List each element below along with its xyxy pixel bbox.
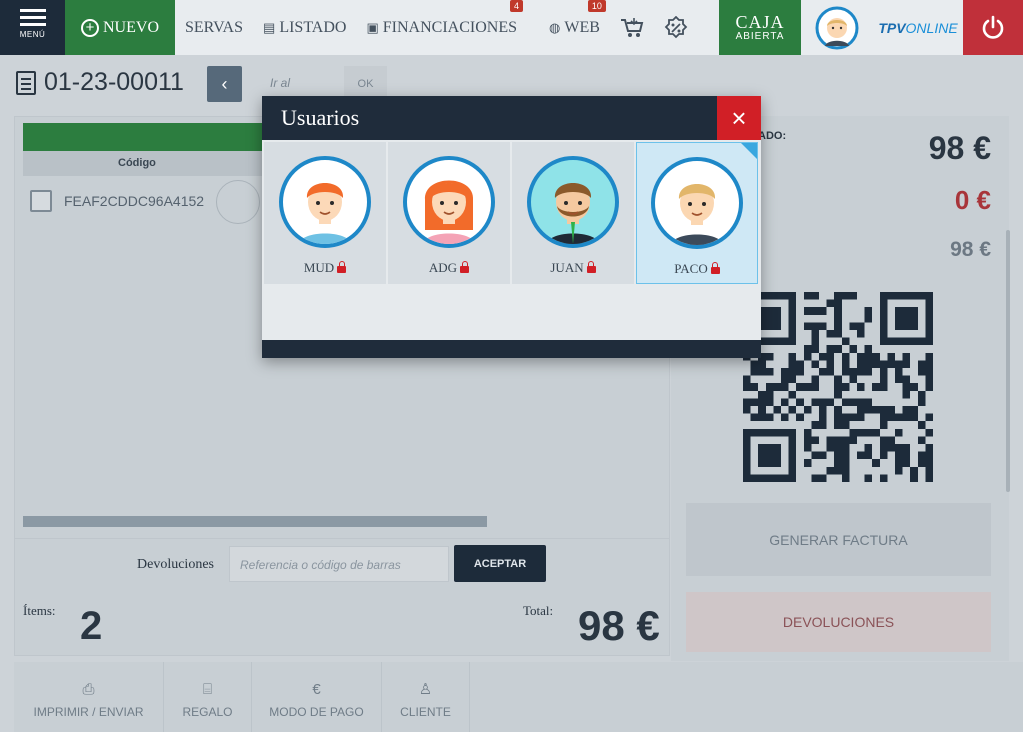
- user-card-adg[interactable]: ADG: [388, 142, 510, 284]
- user-card-juan[interactable]: JUAN: [512, 142, 634, 284]
- user-avatar: [279, 156, 371, 248]
- lock-icon: [710, 262, 720, 274]
- user-name-text: PACO: [674, 261, 708, 276]
- close-icon: ×: [731, 103, 747, 133]
- user-avatar: [651, 157, 743, 249]
- close-button[interactable]: ×: [717, 96, 761, 140]
- user-name: PACO: [674, 261, 720, 277]
- users-grid: MUD ADG JUAN PACO: [262, 140, 761, 284]
- dialog-footer: [262, 340, 761, 358]
- user-card-mud[interactable]: MUD: [264, 142, 386, 284]
- dialog-header: Usuarios ×: [262, 96, 761, 140]
- lock-icon: [460, 261, 470, 273]
- lock-icon: [586, 261, 596, 273]
- user-avatar: [527, 156, 619, 248]
- dialog-title: Usuarios: [281, 105, 360, 130]
- lock-icon: [337, 261, 347, 273]
- user-name-text: JUAN: [550, 260, 584, 275]
- user-avatar: [403, 156, 495, 248]
- user-name-text: ADG: [428, 260, 458, 275]
- user-name-text: MUD: [303, 260, 335, 275]
- user-card-paco[interactable]: PACO: [636, 142, 758, 284]
- users-dialog: Usuarios × MUD ADG JUAN PACO: [262, 96, 761, 358]
- user-name: MUD: [303, 260, 347, 276]
- user-name: JUAN: [550, 260, 596, 276]
- user-name: ADG: [428, 260, 470, 276]
